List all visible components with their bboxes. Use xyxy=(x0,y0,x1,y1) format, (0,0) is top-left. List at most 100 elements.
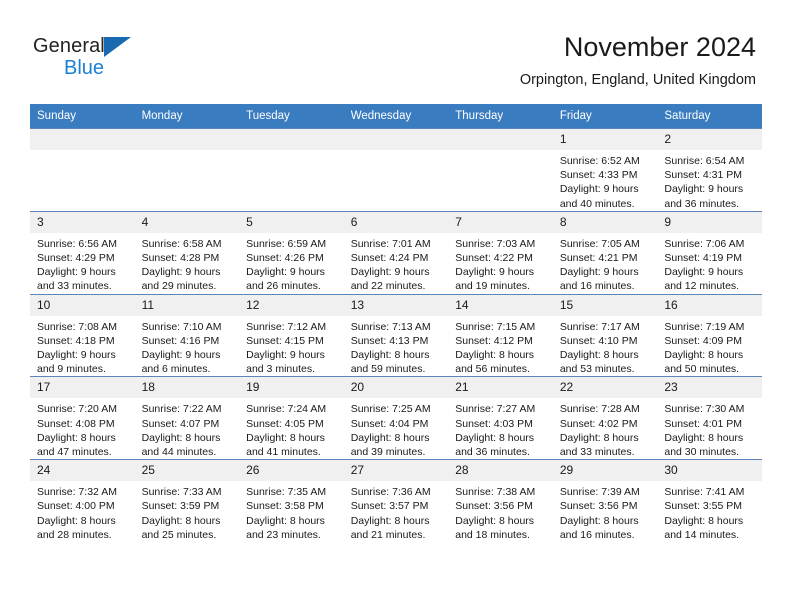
calendar-day-cell[interactable]: 12 Sunrise: 7:12 AM Sunset: 4:15 PM Dayligh… xyxy=(239,293,344,377)
day-number: 24 xyxy=(30,460,135,482)
sun-info-line: and 59 minutes. xyxy=(350,363,426,376)
calendar-day-cell[interactable]: 9 Sunrise: 7:06 AM Sunset: 4:19 PM Daylight… xyxy=(657,210,762,295)
calendar-day-cell[interactable]: 8 Sunrise: 7:05 AM Sunset: 4:21 PM Daylight… xyxy=(552,210,658,295)
calendar-day-cell[interactable]: 7 Sunrise: 7:03 AM Sunset: 4:22 PM Daylight… xyxy=(448,210,553,295)
day-sun-info: Sunrise: 7:36 AM Sunset: 3:57 PM Daylight:… xyxy=(344,481,449,542)
sun-info-line: Sunset: 4:08 PM xyxy=(37,417,115,430)
calendar-day-cell[interactable]: 16 Sunrise: 7:19 AM Sunset: 4:09 PM Dayligh… xyxy=(657,293,762,377)
calendar-day-cell[interactable]: 5 Sunrise: 6:59 AM Sunset: 4:26 PM Daylight… xyxy=(239,210,344,295)
sun-info-line: and 12 minutes. xyxy=(664,280,740,293)
calendar-day-cell[interactable]: 21 Sunrise: 7:27 AM Sunset: 4:03 PM Dayligh… xyxy=(448,376,553,460)
sun-info-line: Sunrise: 6:59 AM xyxy=(246,237,327,250)
calendar-day-cell[interactable]: 15 Sunrise: 7:17 AM Sunset: 4:10 PM Dayligh… xyxy=(552,293,658,377)
calendar-day-cell[interactable]: 22 Sunrise: 7:28 AM Sunset: 4:02 PM Dayligh… xyxy=(552,376,658,460)
calendar-day-cell[interactable]: 23 Sunrise: 7:30 AM Sunset: 4:01 PM Dayligh… xyxy=(657,376,762,460)
day-number: 17 xyxy=(30,377,135,399)
weekday-header-wednesday: Wednesday xyxy=(343,104,449,129)
calendar-day-cell[interactable]: 19 Sunrise: 7:24 AM Sunset: 4:05 PM Dayligh… xyxy=(239,376,344,460)
sun-info-line: Sunset: 4:19 PM xyxy=(664,252,743,265)
calendar-day-cell[interactable]: 25 Sunrise: 7:33 AM Sunset: 3:59 PM Dayligh… xyxy=(134,459,240,543)
calendar-cell-empty xyxy=(239,128,344,212)
sun-info-line: Sunset: 3:56 PM xyxy=(559,500,638,513)
day-sun-info: Sunrise: 7:03 AM Sunset: 4:22 PM Daylight:… xyxy=(448,233,553,294)
sun-info-line: Daylight: 8 hours xyxy=(37,431,116,444)
day-sun-info: Sunrise: 7:12 AM Sunset: 4:15 PM Daylight:… xyxy=(239,316,344,377)
logo-text-blue: Blue xyxy=(64,57,105,79)
sun-info-line: Sunset: 3:56 PM xyxy=(455,500,533,513)
sun-info-line: Sunset: 3:55 PM xyxy=(664,500,743,513)
day-sun-info: Sunrise: 7:01 AM Sunset: 4:24 PM Daylight:… xyxy=(344,233,449,294)
calendar-cell-empty xyxy=(343,128,449,212)
calendar-day-cell[interactable]: 18 Sunrise: 7:22 AM Sunset: 4:07 PM Dayligh… xyxy=(134,376,240,460)
sun-info-line: Daylight: 8 hours xyxy=(559,349,639,362)
calendar-day-cell[interactable]: 2 Sunrise: 6:54 AM Sunset: 4:31 PM Daylight… xyxy=(657,128,762,212)
sun-info-line: Sunset: 4:00 PM xyxy=(37,500,115,513)
sun-info-line: and 23 minutes. xyxy=(246,528,321,541)
calendar-day-cell[interactable]: 30 Sunrise: 7:41 AM Sunset: 3:55 PM Dayligh… xyxy=(657,459,762,543)
calendar-week-row: 1 Sunrise: 6:52 AM Sunset: 4:33 PM Daylight… xyxy=(30,128,762,212)
page-title: November 2024 xyxy=(563,32,756,62)
day-sun-info: Sunrise: 7:38 AM Sunset: 3:56 PM Daylight:… xyxy=(448,481,553,542)
calendar-day-cell[interactable]: 20 Sunrise: 7:25 AM Sunset: 4:04 PM Dayligh… xyxy=(343,376,449,460)
sun-info-line: Daylight: 9 hours xyxy=(559,266,639,279)
day-number: 7 xyxy=(448,211,553,233)
weekday-header-friday: Friday xyxy=(552,104,658,129)
calendar-day-cell[interactable]: 27 Sunrise: 7:36 AM Sunset: 3:57 PM Dayligh… xyxy=(343,459,449,543)
calendar-day-cell[interactable]: 24 Sunrise: 7:32 AM Sunset: 4:00 PM Dayligh… xyxy=(30,459,135,543)
calendar-day-cell[interactable]: 1 Sunrise: 6:52 AM Sunset: 4:33 PM Daylight… xyxy=(552,128,658,212)
day-number: 29 xyxy=(552,460,658,482)
sun-info-line: Sunset: 4:13 PM xyxy=(350,334,429,347)
day-sun-info: Sunrise: 7:32 AM Sunset: 4:00 PM Daylight:… xyxy=(30,481,135,542)
sun-info-line: and 18 minutes. xyxy=(455,528,530,541)
day-number: 16 xyxy=(657,294,762,316)
calendar-cell-empty xyxy=(448,128,553,212)
sun-info-line: and 16 minutes. xyxy=(559,528,635,541)
sun-info-line: Sunrise: 7:13 AM xyxy=(350,320,431,333)
sun-info-line: and 28 minutes. xyxy=(37,528,112,541)
sun-info-line: and 33 minutes. xyxy=(37,280,112,293)
day-sun-info: Sunrise: 7:15 AM Sunset: 4:12 PM Daylight:… xyxy=(448,316,553,377)
sun-info-line: Daylight: 8 hours xyxy=(350,349,430,362)
sun-info-line: Sunrise: 7:10 AM xyxy=(141,320,222,333)
calendar-table: Sunday Monday Tuesday Wednesday Thursday Frid… xyxy=(30,104,762,543)
calendar-day-cell[interactable]: 28 Sunrise: 7:38 AM Sunset: 3:56 PM Dayligh… xyxy=(448,459,553,543)
day-number: 19 xyxy=(239,377,344,399)
sun-info-line: Sunset: 4:26 PM xyxy=(246,252,324,265)
day-number xyxy=(30,129,135,150)
page-header: General Blue November 2024 Orpington, En… xyxy=(0,0,792,100)
sun-info-line: Sunset: 4:15 PM xyxy=(246,334,324,347)
calendar-day-cell[interactable]: 10 Sunrise: 7:08 AM Sunset: 4:18 PM Dayligh… xyxy=(30,293,135,377)
calendar-day-cell[interactable]: 3 Sunrise: 6:56 AM Sunset: 4:29 PM Daylight… xyxy=(30,210,135,295)
sun-info-line: Sunset: 4:01 PM xyxy=(664,417,743,430)
day-sun-info: Sunrise: 7:24 AM Sunset: 4:05 PM Daylight:… xyxy=(239,398,344,459)
sun-info-line: Daylight: 9 hours xyxy=(37,266,116,279)
calendar-day-cell[interactable]: 4 Sunrise: 6:58 AM Sunset: 4:28 PM Daylight… xyxy=(134,210,240,295)
day-number: 12 xyxy=(239,294,344,316)
sun-info-line: Sunset: 4:04 PM xyxy=(350,417,429,430)
sun-info-line: Sunrise: 7:38 AM xyxy=(455,486,536,499)
general-blue-logo[interactable]: General Blue xyxy=(33,34,163,82)
calendar-day-cell[interactable]: 29 Sunrise: 7:39 AM Sunset: 3:56 PM Dayligh… xyxy=(552,459,658,543)
sun-info-line: Sunrise: 7:03 AM xyxy=(455,237,536,250)
day-sun-info: Sunrise: 6:56 AM Sunset: 4:29 PM Daylight:… xyxy=(30,233,135,294)
sun-info-line: Sunrise: 7:01 AM xyxy=(350,237,431,250)
sun-info-line: Sunrise: 7:39 AM xyxy=(559,486,640,499)
calendar-day-cell[interactable]: 14 Sunrise: 7:15 AM Sunset: 4:12 PM Dayligh… xyxy=(448,293,553,377)
day-sun-info: Sunrise: 7:13 AM Sunset: 4:13 PM Daylight:… xyxy=(344,316,449,377)
calendar-day-cell[interactable]: 26 Sunrise: 7:35 AM Sunset: 3:58 PM Dayligh… xyxy=(239,459,344,543)
calendar-day-cell[interactable]: 17 Sunrise: 7:20 AM Sunset: 4:08 PM Dayligh… xyxy=(30,376,135,460)
day-number: 11 xyxy=(134,294,240,316)
calendar-day-cell[interactable]: 13 Sunrise: 7:13 AM Sunset: 4:13 PM Dayligh… xyxy=(343,293,449,377)
sun-info-line: Sunrise: 7:24 AM xyxy=(246,403,327,416)
sun-info-line: and 36 minutes. xyxy=(664,197,740,210)
sun-info-line: and 33 minutes. xyxy=(559,446,635,459)
sun-info-line: Daylight: 8 hours xyxy=(559,514,639,527)
weekday-header-thursday: Thursday xyxy=(448,104,553,129)
sun-info-line: and 29 minutes. xyxy=(141,280,217,293)
calendar-day-cell[interactable]: 6 Sunrise: 7:01 AM Sunset: 4:24 PM Daylight… xyxy=(343,210,449,295)
sun-info-line: Daylight: 8 hours xyxy=(246,514,325,527)
day-number: 21 xyxy=(448,377,553,399)
sun-info-line: Sunset: 4:09 PM xyxy=(664,334,743,347)
calendar-day-cell[interactable]: 11 Sunrise: 7:10 AM Sunset: 4:16 PM Dayligh… xyxy=(134,293,240,377)
sun-info-line: and 41 minutes. xyxy=(246,446,321,459)
